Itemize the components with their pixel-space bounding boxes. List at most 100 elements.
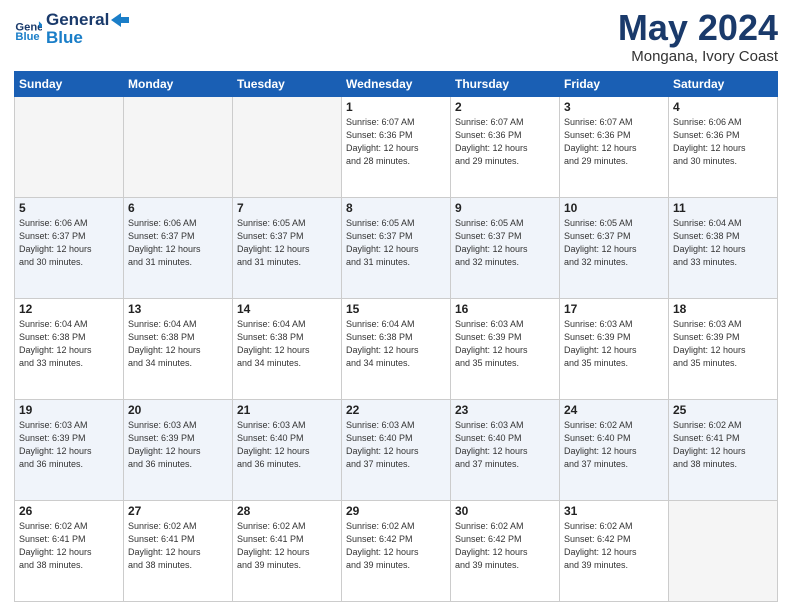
calendar-cell: 19 Sunrise: 6:03 AMSunset: 6:39 PMDayligh… [15,400,124,501]
cell-info: Sunrise: 6:05 AMSunset: 6:37 PMDaylight:… [564,217,664,269]
calendar-weekday-header: Saturday [669,72,778,97]
day-number: 11 [673,201,773,215]
day-number: 10 [564,201,664,215]
day-number: 12 [19,302,119,316]
cell-info: Sunrise: 6:06 AMSunset: 6:36 PMDaylight:… [673,116,773,168]
location-title: Mongana, Ivory Coast [618,48,778,65]
calendar-cell: 2Sunrise: 6:07 AMSunset: 6:36 PMDaylight… [451,97,560,198]
calendar-cell: 3 Sunrise: 6:07 AMSunset: 6:36 PMDaylight… [560,97,669,198]
calendar-cell: 7 Sunrise: 6:05 AMSunset: 6:37 PMDaylight… [233,198,342,299]
cell-info: Sunrise: 6:02 AMSunset: 6:42 PMDaylight:… [455,520,555,572]
day-number: 8 [346,201,446,215]
day-number: 22 [346,403,446,417]
day-number: 7 [237,201,337,215]
cell-info: Sunrise: 6:04 AMSunset: 6:38 PMDaylight:… [237,318,337,370]
day-number: 3 [564,100,664,114]
cell-info: Sunrise: 6:03 AMSunset: 6:39 PMDaylight:… [128,419,228,471]
calendar-cell: 1Sunrise: 6:07 AMSunset: 6:36 PMDaylight… [342,97,451,198]
day-number: 29 [346,504,446,518]
cell-info: Sunrise: 6:06 AMSunset: 6:37 PMDaylight:… [19,217,119,269]
cell-info: Sunrise: 6:03 AMSunset: 6:39 PMDaylight:… [19,419,119,471]
day-number: 13 [128,302,228,316]
calendar-cell: 9 Sunrise: 6:05 AMSunset: 6:37 PMDaylight… [451,198,560,299]
cell-info: Sunrise: 6:07 AMSunset: 6:36 PMDaylight:… [564,116,664,168]
cell-info: Sunrise: 6:05 AMSunset: 6:37 PMDaylight:… [346,217,446,269]
calendar-header-row: SundayMondayTuesdayWednesdayThursdayFrid… [15,72,778,97]
calendar-cell: 5 Sunrise: 6:06 AMSunset: 6:37 PMDaylight… [15,198,124,299]
calendar-cell: 29 Sunrise: 6:02 AMSunset: 6:42 PMDayligh… [342,501,451,602]
logo-arrow-icon [111,13,129,27]
calendar-table: SundayMondayTuesdayWednesdayThursdayFrid… [14,71,778,602]
calendar-cell: 24Sunrise: 6:02 AMSunset: 6:40 PMDayligh… [560,400,669,501]
calendar-week-row: 1 Sunrise: 6:07 AMSunset: 6:36 PMDaylight… [15,97,778,198]
day-number: 19 [19,403,119,417]
title-block: May 2024 Mongana, Ivory Coast [618,10,778,65]
calendar-cell [124,97,233,198]
day-number: 30 [455,504,555,518]
calendar-body: 1 Sunrise: 6:07 AMSunset: 6:36 PMDaylight… [15,97,778,602]
calendar-weekday-header: Wednesday [342,72,451,97]
calendar-cell: 6 Sunrise: 6:06 AMSunset: 6:37 PMDaylight… [124,198,233,299]
calendar-weekday-header: Thursday [451,72,560,97]
cell-info: Sunrise: 6:06 AMSunset: 6:37 PMDaylight:… [128,217,228,269]
cell-info: Sunrise: 6:03 AMSunset: 6:39 PMDaylight:… [564,318,664,370]
cell-info: Sunrise: 6:04 AMSunset: 6:38 PMDaylight:… [346,318,446,370]
calendar-cell: 26 Sunrise: 6:02 AMSunset: 6:41 PMDayligh… [15,501,124,602]
cell-info: Sunrise: 6:03 AMSunset: 6:39 PMDaylight:… [455,318,555,370]
day-number: 1 [346,100,446,114]
calendar-cell: 25 Sunrise: 6:02 AMSunset: 6:41 PMDayligh… [669,400,778,501]
day-number: 6 [128,201,228,215]
calendar-cell: 18 Sunrise: 6:03 AMSunset: 6:39 PMDayligh… [669,299,778,400]
cell-info: Sunrise: 6:02 AMSunset: 6:41 PMDaylight:… [19,520,119,572]
page: General Blue General Blue May 2024 Monga… [0,0,792,612]
cell-info: Sunrise: 6:04 AMSunset: 6:38 PMDaylight:… [128,318,228,370]
day-number: 26 [19,504,119,518]
calendar-cell: 23Sunrise: 6:03 AMSunset: 6:40 PMDayligh… [451,400,560,501]
cell-info: Sunrise: 6:05 AMSunset: 6:37 PMDaylight:… [237,217,337,269]
calendar-cell: 15 Sunrise: 6:04 AMSunset: 6:38 PMDayligh… [342,299,451,400]
calendar-cell: 4 Sunrise: 6:06 AMSunset: 6:36 PMDaylight… [669,97,778,198]
day-number: 15 [346,302,446,316]
cell-info: Sunrise: 6:03 AMSunset: 6:39 PMDaylight:… [673,318,773,370]
calendar-cell: 10 Sunrise: 6:05 AMSunset: 6:37 PMDayligh… [560,198,669,299]
cell-info: Sunrise: 6:02 AMSunset: 6:41 PMDaylight:… [673,419,773,471]
logo-blue: Blue [46,28,129,48]
calendar-cell: 30 Sunrise: 6:02 AMSunset: 6:42 PMDayligh… [451,501,560,602]
calendar-weekday-header: Friday [560,72,669,97]
cell-info: Sunrise: 6:04 AMSunset: 6:38 PMDaylight:… [19,318,119,370]
day-number: 5 [19,201,119,215]
calendar-week-row: 26 Sunrise: 6:02 AMSunset: 6:41 PMDayligh… [15,501,778,602]
day-number: 27 [128,504,228,518]
calendar-cell [15,97,124,198]
day-number: 25 [673,403,773,417]
day-number: 9 [455,201,555,215]
day-number: 24 [564,403,664,417]
day-number: 16 [455,302,555,316]
header: General Blue General Blue May 2024 Monga… [14,10,778,65]
calendar-cell: 20 Sunrise: 6:03 AMSunset: 6:39 PMDayligh… [124,400,233,501]
cell-info: Sunrise: 6:03 AMSunset: 6:40 PMDaylight:… [346,419,446,471]
day-number: 4 [673,100,773,114]
day-number: 17 [564,302,664,316]
calendar-weekday-header: Sunday [15,72,124,97]
cell-info: Sunrise: 6:05 AMSunset: 6:37 PMDaylight:… [455,217,555,269]
cell-info: Sunrise: 6:02 AMSunset: 6:41 PMDaylight:… [237,520,337,572]
calendar-cell: 28 Sunrise: 6:02 AMSunset: 6:41 PMDayligh… [233,501,342,602]
calendar-cell: 8 Sunrise: 6:05 AMSunset: 6:37 PMDaylight… [342,198,451,299]
calendar-weekday-header: Monday [124,72,233,97]
day-number: 18 [673,302,773,316]
cell-info: Sunrise: 6:03 AMSunset: 6:40 PMDaylight:… [237,419,337,471]
calendar-cell: 16 Sunrise: 6:03 AMSunset: 6:39 PMDayligh… [451,299,560,400]
day-number: 28 [237,504,337,518]
calendar-cell [233,97,342,198]
cell-info: Sunrise: 6:03 AMSunset: 6:40 PMDaylight:… [455,419,555,471]
calendar-week-row: 5 Sunrise: 6:06 AMSunset: 6:37 PMDaylight… [15,198,778,299]
calendar-cell: 27 Sunrise: 6:02 AMSunset: 6:41 PMDayligh… [124,501,233,602]
day-number: 31 [564,504,664,518]
logo-icon: General Blue [14,15,42,43]
calendar-weekday-header: Tuesday [233,72,342,97]
cell-info: Sunrise: 6:02 AMSunset: 6:41 PMDaylight:… [128,520,228,572]
day-number: 20 [128,403,228,417]
calendar-cell: 14Sunrise: 6:04 AMSunset: 6:38 PMDayligh… [233,299,342,400]
cell-info: Sunrise: 6:02 AMSunset: 6:42 PMDaylight:… [346,520,446,572]
